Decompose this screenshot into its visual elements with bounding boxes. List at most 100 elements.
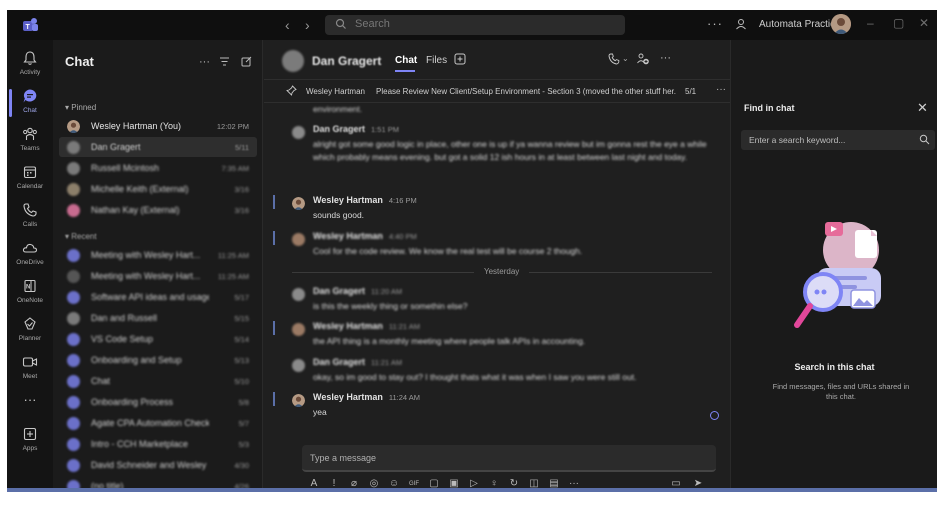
new-chat-icon[interactable] (241, 56, 252, 67)
chat-row[interactable]: Meeting with Wesley Hart... 11:25 AM (59, 245, 257, 265)
chat-time: 11:25 AM (217, 272, 249, 281)
add-tab-icon[interactable] (454, 53, 466, 65)
back-button[interactable]: ‹ (285, 17, 290, 33)
chat-time: 3/16 (234, 185, 249, 194)
chat-row[interactable]: Agate CPA Automation Check In 5/7 (59, 413, 257, 433)
pinned-message-bar[interactable]: Wesley Hartman Please Review New Client/… (264, 81, 730, 103)
close-window-button[interactable]: ✕ (919, 16, 929, 30)
contact-avatar[interactable] (282, 50, 304, 72)
rail-item-planner[interactable]: Planner (7, 314, 53, 350)
conversation-header: Dan Gragert Chat Files ⌄ ··· (264, 40, 730, 80)
search-icon[interactable] (919, 134, 930, 145)
chat-time: 5/7 (238, 419, 249, 428)
chat-name: Software API ideas and usage ... (91, 292, 209, 302)
sender-avatar (292, 394, 305, 407)
author-name: Wesley Hartman (313, 195, 383, 205)
chat-row[interactable]: Software API ideas and usage ... 5/17 (59, 287, 257, 307)
chat-row-selected[interactable]: Dan Gragert 5/11 (59, 137, 257, 157)
pinned-more-button[interactable]: ··· (716, 84, 726, 95)
rail-item-chat[interactable]: Chat (7, 86, 53, 122)
rail-item-calendar[interactable]: Calendar (7, 162, 53, 198)
chat-row[interactable]: Chat 5/10 (59, 371, 257, 391)
sender-avatar (292, 197, 305, 210)
teams-window: T ‹ › Search ··· Automata Practic... – ▢… (7, 10, 937, 492)
more-options-icon[interactable]: ··· (199, 56, 210, 68)
minimize-button[interactable]: – (867, 16, 874, 30)
rail-item-teams[interactable]: Teams (7, 124, 53, 160)
chat-name: Russell Mcintosh (91, 163, 160, 173)
chat-row[interactable]: Russell Mcintosh 7:35 AM (59, 158, 257, 178)
chat-name: Dan and Russell (91, 313, 158, 323)
rail-item-onedrive[interactable]: OneDrive (7, 238, 53, 274)
author-name: Dan Gragert (313, 286, 366, 296)
avatar (67, 354, 80, 367)
chat-name: Meeting with Wesley Hart... (91, 271, 201, 281)
rail-label: Meet (22, 373, 38, 380)
add-people-icon[interactable] (636, 52, 650, 66)
find-search-input[interactable] (749, 133, 909, 147)
chat-row[interactable]: Onboarding Process 5/8 (59, 392, 257, 412)
chat-time: 5/3 (238, 440, 249, 449)
recent-section-label[interactable]: ▾ Recent (65, 232, 97, 241)
chat-time: 7:35 AM (221, 164, 249, 173)
recent-section-text: Recent (71, 232, 97, 241)
rail-item-onenote[interactable]: N OneNote (7, 276, 53, 312)
profile-photo-icon (831, 14, 851, 34)
message-time: 11:21 AM (388, 322, 421, 331)
chat-row-wesley-you[interactable]: Wesley Hartman (You) 12:02 PM (59, 116, 257, 136)
close-icon[interactable]: ✕ (917, 100, 928, 116)
chat-name: Chat (91, 376, 111, 386)
message-time: 1:51 PM (371, 125, 399, 134)
more-apps-icon: ··· (23, 392, 37, 407)
conversation-more-icon[interactable]: ··· (660, 52, 671, 64)
rail-item-calls[interactable]: Calls (7, 200, 53, 236)
search-icon (335, 18, 346, 29)
chat-row[interactable]: Meeting with Wesley Hart... 11:25 AM (59, 266, 257, 286)
organization-icon[interactable] (734, 17, 748, 31)
find-search-box[interactable] (741, 130, 935, 150)
chat-name: Meeting with Wesley Hart... (91, 250, 201, 260)
audio-call-icon[interactable] (608, 53, 620, 65)
cloud-icon (22, 243, 38, 253)
forward-button[interactable]: › (305, 17, 310, 33)
author-name: Wesley Hartman (313, 231, 383, 241)
chat-row[interactable]: Nathan Kay (External) 3/16 (59, 200, 257, 220)
sender-avatar (292, 288, 305, 301)
chat-row[interactable]: Dan and Russell 5/15 (59, 308, 257, 328)
pinned-section-label[interactable]: ▾ Pinned (65, 103, 96, 112)
compose-box[interactable] (302, 445, 716, 472)
new-message-marker (273, 195, 275, 209)
sender-avatar (292, 126, 305, 139)
settings-more-button[interactable]: ··· (707, 16, 723, 31)
call-dropdown-icon[interactable]: ⌄ (622, 54, 629, 63)
chat-row[interactable]: VS Code Setup 5/14 (59, 329, 257, 349)
global-search-box[interactable]: Search (325, 15, 625, 35)
rail-item-activity[interactable]: Activity (7, 48, 53, 84)
active-tab-underline (395, 70, 415, 72)
rail-item-more[interactable]: ··· (7, 392, 53, 412)
maximize-button[interactable]: ▢ (893, 16, 904, 30)
tab-chat[interactable]: Chat (395, 55, 417, 66)
message-body: Cool for the code review. We know the re… (313, 246, 583, 256)
chat-row[interactable]: David Schneider and Wesley H... 4/30 (59, 455, 257, 475)
chat-row[interactable]: Michelle Keith (External) 3/16 (59, 179, 257, 199)
message-input[interactable] (310, 451, 700, 465)
chat-time: 3/16 (234, 206, 249, 215)
filter-icon[interactable] (219, 56, 230, 67)
tab-files[interactable]: Files (426, 55, 447, 66)
title-bar: T ‹ › Search ··· Automata Practic... – ▢… (7, 10, 937, 40)
contact-name[interactable]: Dan Gragert (312, 54, 381, 68)
message-author: Wesley Hartman 4:40 PM (313, 231, 417, 241)
phone-icon (23, 203, 37, 217)
profile-avatar[interactable] (831, 14, 851, 34)
chat-time: 4/30 (234, 461, 249, 470)
pin-icon (286, 85, 297, 96)
avatar (67, 183, 80, 196)
chat-row[interactable]: Intro - CCH Marketplace 5/3 (59, 434, 257, 454)
rail-item-meet[interactable]: Meet (7, 352, 53, 388)
rail-label: Teams (20, 145, 40, 152)
chat-row[interactable]: Onboarding and Setup 5/13 (59, 350, 257, 370)
chat-name: Intro - CCH Marketplace (91, 439, 189, 449)
rail-item-apps[interactable]: Apps (7, 424, 53, 460)
message-time: 11:21 AM (371, 358, 403, 367)
